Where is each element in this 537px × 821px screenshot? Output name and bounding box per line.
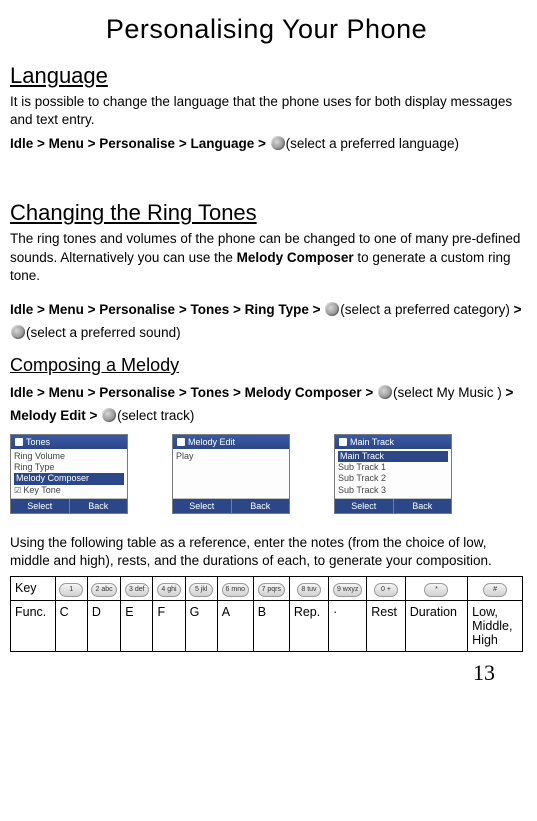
keypad-key-icon: 2 abc bbox=[91, 583, 116, 597]
keypad-key-icon: 0 + bbox=[374, 583, 398, 597]
compose-path-tail2: (select track) bbox=[117, 408, 194, 423]
phone-screenshot: TonesRing VolumeRing TypeMelody Composer… bbox=[10, 434, 128, 514]
screenshot-title: Melody Edit bbox=[173, 435, 289, 449]
ringtones-path-bold2: > bbox=[514, 302, 522, 317]
heading-language: Language bbox=[10, 63, 523, 89]
heading-ringtones: Changing the Ring Tones bbox=[10, 200, 523, 226]
key-cell: 0 + bbox=[367, 577, 406, 601]
table-intro: Using the following table as a reference… bbox=[10, 534, 523, 570]
func-cell: Rest bbox=[367, 601, 406, 652]
softkey-left: Select bbox=[335, 499, 393, 513]
key-cell: 8 tuv bbox=[289, 577, 328, 601]
screenshot-softkeys: SelectBack bbox=[335, 498, 451, 513]
keypad-key-icon: 3 def bbox=[125, 583, 149, 597]
func-cell: · bbox=[329, 601, 367, 652]
func-cell: C bbox=[55, 601, 87, 652]
keypad-key-icon: 9 wxyz bbox=[333, 583, 362, 597]
screenshot-body: Play bbox=[173, 449, 289, 498]
screenshot-row-item: Sub Track 1 bbox=[338, 462, 448, 473]
screenshot-row-item: Sub Track 2 bbox=[338, 473, 448, 484]
key-cell: # bbox=[468, 577, 523, 601]
func-cell: A bbox=[217, 601, 253, 652]
key-cell: 4 ghi bbox=[153, 577, 185, 601]
phone-screenshot: Main TrackMain TrackSub Track 1Sub Track… bbox=[334, 434, 452, 514]
select-button-icon bbox=[102, 408, 116, 422]
keypad-key-icon: * bbox=[424, 583, 448, 597]
key-cell: 2 abc bbox=[87, 577, 120, 601]
page-title: Personalising Your Phone bbox=[10, 14, 523, 45]
screenshot-row: TonesRing VolumeRing TypeMelody Composer… bbox=[10, 434, 523, 514]
screenshot-row-item: Ring Type bbox=[14, 462, 124, 473]
ringtones-path-mid: (select a preferred category) bbox=[340, 302, 513, 317]
key-cell: 6 mno bbox=[217, 577, 253, 601]
language-path: Idle > Menu > Personalise > Language > (… bbox=[10, 133, 523, 156]
key-cell: 3 def bbox=[121, 577, 153, 601]
ringtones-path-suffix: (select a preferred sound) bbox=[26, 325, 181, 340]
func-cell: G bbox=[185, 601, 217, 652]
screenshot-body: Ring VolumeRing TypeMelody ComposerKey T… bbox=[11, 449, 127, 498]
ringtones-path: Idle > Menu > Personalise > Tones > Ring… bbox=[10, 299, 523, 345]
language-path-bold: Idle > Menu > Personalise > Language > bbox=[10, 136, 270, 151]
func-cell: E bbox=[121, 601, 153, 652]
softkey-left: Select bbox=[11, 499, 69, 513]
softkey-right: Back bbox=[393, 499, 452, 513]
screenshot-row-item: Melody Composer bbox=[14, 473, 124, 484]
keypad-key-icon: 1 bbox=[59, 583, 83, 597]
select-button-icon bbox=[325, 302, 339, 316]
compose-path-tail1: (select My Music ) bbox=[393, 385, 506, 400]
func-cell: F bbox=[153, 601, 185, 652]
func-cell: Low,Middle,High bbox=[468, 601, 523, 652]
softkey-right: Back bbox=[69, 499, 128, 513]
heading-compose: Composing a Melody bbox=[10, 355, 523, 376]
key-cell: 7 pqrs bbox=[253, 577, 289, 601]
keypad-key-icon: # bbox=[483, 583, 507, 597]
func-cell: Rep. bbox=[289, 601, 328, 652]
ringtones-path-bold1: Idle > Menu > Personalise > Tones > Ring… bbox=[10, 302, 324, 317]
screenshot-row-item: Play bbox=[176, 451, 286, 462]
select-button-icon bbox=[378, 385, 392, 399]
table-row-label: Key bbox=[11, 577, 56, 601]
key-cell: * bbox=[405, 577, 467, 601]
screenshot-row-item: Ring Volume bbox=[14, 451, 124, 462]
key-cell: 9 wxyz bbox=[329, 577, 367, 601]
select-button-icon bbox=[271, 136, 285, 150]
screenshot-softkeys: SelectBack bbox=[11, 498, 127, 513]
softkey-left: Select bbox=[173, 499, 231, 513]
ringtones-body: The ring tones and volumes of the phone … bbox=[10, 230, 523, 285]
keypad-key-icon: 4 ghi bbox=[157, 583, 181, 597]
keypad-key-icon: 8 tuv bbox=[297, 583, 321, 597]
func-cell: B bbox=[253, 601, 289, 652]
language-body: It is possible to change the language th… bbox=[10, 93, 523, 129]
page-number: 13 bbox=[10, 660, 523, 686]
select-button-icon bbox=[11, 325, 25, 339]
phone-screenshot: Melody Edit Play SelectBack bbox=[172, 434, 290, 514]
keypad-key-icon: 7 pqrs bbox=[258, 583, 285, 597]
key-cell: 5 jkl bbox=[185, 577, 217, 601]
table-row-label: Func. bbox=[11, 601, 56, 652]
key-function-table: Key1 2 abc 3 def 4 ghi 5 jkl 6 mno 7 pqrs 8 tuv… bbox=[10, 576, 523, 652]
key-cell: 1 bbox=[55, 577, 87, 601]
ringtones-body-bold: Melody Composer bbox=[237, 250, 354, 265]
keypad-key-icon: 5 jkl bbox=[189, 583, 213, 597]
screenshot-title: Main Track bbox=[335, 435, 451, 449]
screenshot-body: Main TrackSub Track 1Sub Track 2Sub Trac… bbox=[335, 449, 451, 498]
compose-path: Idle > Menu > Personalise > Tones > Melo… bbox=[10, 382, 523, 428]
func-cell: Duration bbox=[405, 601, 467, 652]
compose-path-bold1: Idle > Menu > Personalise > Tones > Melo… bbox=[10, 385, 377, 400]
screenshot-softkeys: SelectBack bbox=[173, 498, 289, 513]
softkey-right: Back bbox=[231, 499, 290, 513]
func-cell: D bbox=[87, 601, 120, 652]
screenshot-row-item: Main Track bbox=[338, 451, 448, 462]
screenshot-title: Tones bbox=[11, 435, 127, 449]
screenshot-row-item: Key Tone bbox=[14, 485, 124, 496]
screenshot-row-item: Sub Track 3 bbox=[338, 485, 448, 496]
language-path-suffix: (select a preferred language) bbox=[286, 136, 459, 151]
keypad-key-icon: 6 mno bbox=[222, 583, 249, 597]
